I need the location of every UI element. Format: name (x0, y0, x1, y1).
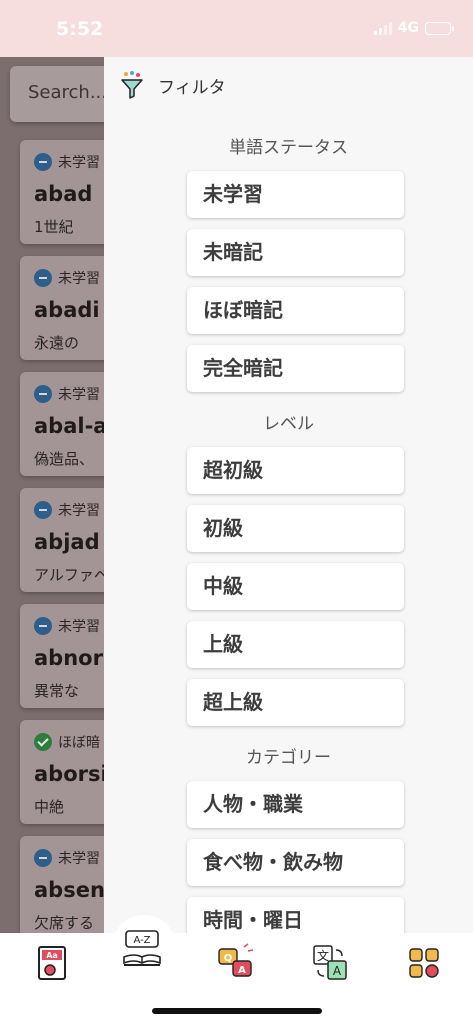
word-text: aborsi (34, 762, 108, 786)
word-status: ほぼ暗 (34, 732, 100, 752)
word-status-label: 未学習 (58, 155, 100, 171)
network-type: 4G (397, 20, 419, 36)
status-indicators: 4G (373, 20, 454, 36)
word-status: 未学習 (34, 384, 100, 404)
filter-option-button[interactable]: 人物・職業 (187, 781, 404, 828)
flashcard-icon[interactable]: Aa (30, 941, 74, 985)
filter-option-button[interactable]: ほぼ暗記 (187, 287, 404, 334)
filter-option-button[interactable]: 時間・曜日 (187, 897, 404, 933)
filter-drawer: フィルタ 単語ステータス未学習未暗記ほぼ暗記完全暗記レベル超初級初級中級上級超上… (104, 57, 473, 933)
minus-circle-icon (34, 849, 52, 867)
word-text: abal-a (34, 414, 108, 438)
word-text: absen (34, 878, 105, 902)
word-meaning: 異常な (34, 682, 80, 700)
word-meaning: アルファベ (34, 566, 109, 584)
minus-circle-icon (34, 501, 52, 519)
search-placeholder: Search... (28, 82, 108, 103)
home-indicator (152, 1008, 322, 1014)
minus-circle-icon (34, 385, 52, 403)
drawer-title: フィルタ (158, 78, 226, 98)
word-meaning: 中絶 (34, 798, 65, 816)
word-meaning: 欠席する (34, 914, 95, 932)
minus-circle-icon (34, 269, 52, 287)
menu-grid-icon[interactable] (402, 941, 446, 985)
section-title: レベル (263, 414, 314, 434)
word-status-label: 未学習 (58, 387, 100, 403)
minus-circle-icon (34, 617, 52, 635)
filter-option-button[interactable]: 完全暗記 (187, 345, 404, 392)
filter-option-button[interactable]: 未学習 (187, 171, 404, 218)
word-meaning: 偽造品、 (34, 450, 95, 468)
svg-text:A: A (238, 965, 246, 976)
filter-option-button[interactable]: 超初級 (187, 447, 404, 494)
filter-option-button[interactable]: 超上級 (187, 679, 404, 726)
filter-option-button[interactable]: 中級 (187, 563, 404, 610)
check-circle-icon (34, 733, 52, 751)
word-status-label: 未学習 (58, 271, 100, 287)
status-time: 5:52 (56, 18, 104, 40)
dictionary-icon[interactable]: A-Z (120, 927, 164, 971)
drawer-header: フィルタ (104, 57, 473, 113)
word-meaning: 永遠の (34, 334, 80, 352)
filter-option-button[interactable]: 上級 (187, 621, 404, 668)
word-status-label: ほぼ暗 (58, 735, 100, 751)
svg-text:Aa: Aa (46, 951, 58, 960)
minus-circle-icon (34, 153, 52, 171)
word-meaning: 1世紀 (34, 218, 74, 236)
svg-text:A-Z: A-Z (133, 935, 150, 946)
word-status: 未学習 (34, 268, 100, 288)
status-bar: 5:52 4G (0, 0, 473, 57)
section-title: 単語ステータス (229, 138, 348, 158)
filter-option-button[interactable]: 未暗記 (187, 229, 404, 276)
word-text: abad (34, 182, 93, 206)
svg-text:文: 文 (317, 948, 329, 963)
word-text: abadi (34, 298, 100, 322)
word-status-label: 未学習 (58, 851, 100, 867)
word-text: abnorr (34, 646, 114, 670)
svg-text:A: A (333, 964, 342, 978)
filter-option-button[interactable]: 初級 (187, 505, 404, 552)
translate-icon[interactable]: 文 A (308, 941, 352, 985)
word-status-label: 未学習 (58, 503, 100, 519)
word-status-label: 未学習 (58, 619, 100, 635)
svg-text:Q: Q (224, 953, 233, 964)
filter-funnel-icon (121, 71, 143, 99)
word-status: 未学習 (34, 616, 100, 636)
word-status: 未学習 (34, 500, 100, 520)
section-title: カテゴリー (246, 748, 331, 768)
filter-option-button[interactable]: 食べ物・飲み物 (187, 839, 404, 886)
word-status: 未学習 (34, 152, 100, 172)
word-text: abjad (34, 530, 100, 554)
battery-icon (425, 21, 454, 35)
quiz-icon[interactable]: Q A (214, 941, 258, 985)
word-status: 未学習 (34, 848, 100, 868)
signal-icon (373, 21, 392, 35)
